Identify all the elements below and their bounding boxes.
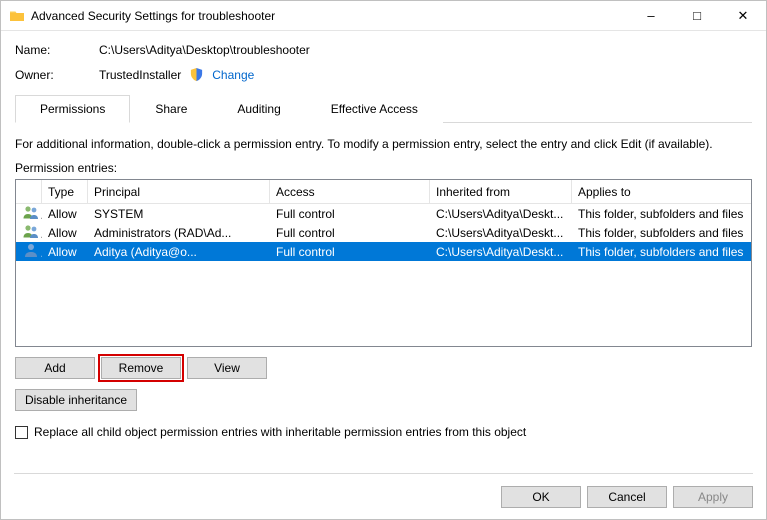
cell-applies: This folder, subfolders and files (572, 245, 751, 259)
entries-label: Permission entries: (15, 161, 752, 175)
replace-children-checkbox[interactable] (15, 426, 28, 439)
tab-auditing[interactable]: Auditing (212, 95, 305, 123)
folder-icon (9, 8, 25, 24)
cell-access: Full control (270, 226, 430, 240)
cell-principal: Aditya (Aditya@o... (88, 245, 270, 259)
table-row[interactable]: AllowAditya (Aditya@o...Full controlC:\U… (16, 242, 751, 261)
tab-permissions[interactable]: Permissions (15, 95, 130, 123)
user-icon (16, 224, 42, 241)
ok-button[interactable]: OK (501, 486, 581, 508)
replace-children-label: Replace all child object permission entr… (34, 425, 526, 439)
owner-value: TrustedInstaller (99, 68, 181, 82)
minimize-button[interactable]: – (628, 1, 674, 30)
cell-inherited: C:\Users\Aditya\Deskt... (430, 207, 572, 221)
th-applies[interactable]: Applies to (572, 180, 751, 203)
th-principal[interactable]: Principal (88, 180, 270, 203)
change-owner-link[interactable]: Change (212, 68, 254, 82)
name-label: Name: (15, 43, 99, 57)
cell-access: Full control (270, 207, 430, 221)
th-icon[interactable] (16, 180, 42, 203)
add-button[interactable]: Add (15, 357, 95, 379)
permission-entries-table[interactable]: Type Principal Access Inherited from App… (15, 179, 752, 347)
cell-inherited: C:\Users\Aditya\Deskt... (430, 226, 572, 240)
th-type[interactable]: Type (42, 180, 88, 203)
view-button[interactable]: View (187, 357, 267, 379)
cell-type: Allow (42, 207, 88, 221)
name-value: C:\Users\Aditya\Desktop\troubleshooter (99, 43, 310, 57)
cancel-button[interactable]: Cancel (587, 486, 667, 508)
owner-label: Owner: (15, 68, 99, 82)
tab-effective-access[interactable]: Effective Access (306, 95, 443, 123)
user-icon (16, 243, 42, 260)
close-button[interactable]: ✕ (720, 1, 766, 30)
cell-applies: This folder, subfolders and files (572, 207, 751, 221)
table-row[interactable]: AllowAdministrators (RAD\Ad...Full contr… (16, 223, 751, 242)
tab-share[interactable]: Share (130, 95, 212, 123)
cell-type: Allow (42, 245, 88, 259)
disable-inheritance-button[interactable]: Disable inheritance (15, 389, 137, 411)
cell-applies: This folder, subfolders and files (572, 226, 751, 240)
cell-inherited: C:\Users\Aditya\Deskt... (430, 245, 572, 259)
remove-button[interactable]: Remove (101, 357, 181, 379)
titlebar: Advanced Security Settings for troublesh… (1, 1, 766, 31)
cell-principal: Administrators (RAD\Ad... (88, 226, 270, 240)
user-icon (16, 205, 42, 222)
maximize-button[interactable]: □ (674, 1, 720, 30)
tabs: Permissions Share Auditing Effective Acc… (15, 94, 752, 123)
table-row[interactable]: AllowSYSTEMFull controlC:\Users\Aditya\D… (16, 204, 751, 223)
apply-button[interactable]: Apply (673, 486, 753, 508)
cell-access: Full control (270, 245, 430, 259)
th-inherited[interactable]: Inherited from (430, 180, 572, 203)
instruction-text: For additional information, double-click… (15, 137, 752, 151)
cell-principal: SYSTEM (88, 207, 270, 221)
th-access[interactable]: Access (270, 180, 430, 203)
footer-divider (14, 473, 753, 474)
shield-icon (189, 67, 204, 82)
cell-type: Allow (42, 226, 88, 240)
window-title: Advanced Security Settings for troublesh… (31, 9, 628, 23)
